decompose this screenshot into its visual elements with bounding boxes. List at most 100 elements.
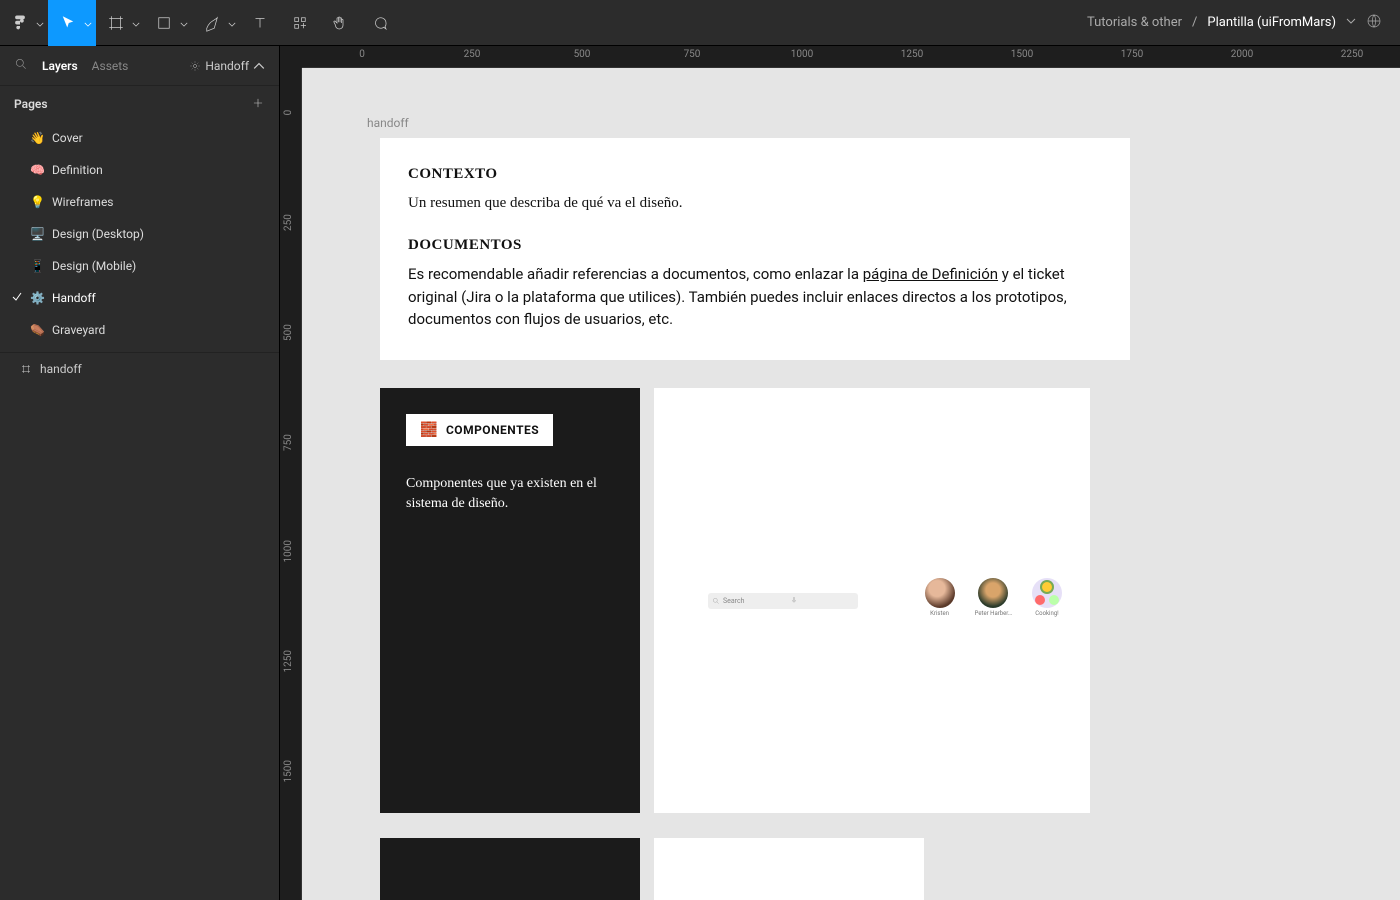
page-item-design-desktop[interactable]: 🖥️ Design (Desktop) (0, 218, 279, 250)
hand-tool[interactable] (320, 0, 360, 46)
search-layers-button[interactable] (14, 57, 28, 74)
ruler-tick: 250 (283, 213, 294, 233)
pen-tool[interactable] (192, 0, 240, 46)
page-switcher-label: Handoff (205, 59, 249, 73)
file-menu-chevron[interactable] (1346, 15, 1356, 30)
ruler-tick: 750 (684, 49, 701, 60)
resources-icon (291, 14, 309, 32)
layer-frame-handoff[interactable]: handoff (0, 353, 279, 385)
componentes-pill: 🧱 COMPONENTES (406, 414, 553, 446)
chevron-down-icon (132, 13, 140, 32)
documentos-body-a: Es recomendable añadir referencias a doc… (408, 265, 863, 283)
brick-icon: 🧱 (420, 422, 438, 438)
page-label: Definition (52, 163, 103, 177)
canvas[interactable]: handoff CONTEXTO Un resumen que describa… (302, 68, 1400, 900)
breadcrumb-file[interactable]: Plantilla (uiFromMars) (1207, 15, 1336, 30)
ruler-tick: 0 (359, 49, 365, 60)
componentes-dark-card[interactable]: 🧱 COMPONENTES Componentes que ya existen… (380, 388, 640, 813)
left-panel-tabs: Layers Assets Handoff (0, 46, 279, 86)
page-emoji-icon: 👋 (30, 131, 44, 145)
rectangle-icon (155, 14, 173, 32)
breadcrumb: Tutorials & other / Plantilla (uiFromMar… (1087, 13, 1400, 33)
avatar (925, 578, 955, 608)
text-icon (251, 14, 269, 32)
pages-header: Pages (0, 86, 279, 122)
left-panel: Layers Assets Handoff Pages 👋Cover 🧠Defi… (0, 46, 280, 900)
shape-tool[interactable] (144, 0, 192, 46)
toolbar (0, 0, 400, 45)
mini-search-placeholder: Search (723, 597, 787, 605)
chevron-down-icon (228, 13, 236, 32)
ruler-tick: 1250 (901, 49, 923, 60)
bottom-dark-card[interactable] (380, 838, 640, 900)
bottom-light-card[interactable] (654, 838, 924, 900)
breadcrumb-parent[interactable]: Tutorials & other (1087, 15, 1182, 30)
resources-tool[interactable] (280, 0, 320, 46)
layers-section: handoff (0, 352, 279, 385)
person-cooking: Cooking! (1032, 578, 1062, 617)
page-emoji-icon: 📱 (30, 259, 44, 273)
frame-label[interactable]: handoff (367, 116, 409, 130)
ruler-tick: 1000 (283, 543, 294, 563)
ruler-tick: 2000 (1231, 49, 1253, 60)
person-label: Kristen (930, 610, 949, 617)
page-label: Design (Desktop) (52, 227, 144, 241)
move-tool[interactable] (48, 0, 96, 46)
pages-list: 👋Cover 🧠Definition 💡Wireframes 🖥️ Design … (0, 122, 279, 346)
chevron-down-icon (180, 13, 188, 32)
contexto-body: Un resumen que describa de qué va el dis… (408, 193, 1102, 215)
comment-tool[interactable] (360, 0, 400, 46)
ruler-tick: 1500 (283, 763, 294, 783)
frame-icon (107, 14, 125, 32)
page-emoji-icon: ⚙️ (30, 291, 44, 305)
comment-icon (371, 14, 389, 32)
frame-tool[interactable] (96, 0, 144, 46)
page-switcher[interactable]: Handoff (189, 59, 265, 73)
mic-icon (790, 596, 854, 606)
documentos-title: DOCUMENTOS (408, 237, 1102, 254)
breadcrumb-separator: / (1192, 15, 1197, 30)
chevron-down-icon (36, 13, 44, 32)
documentos-body: Es recomendable añadir referencias a doc… (408, 264, 1102, 332)
page-item-graveyard[interactable]: ⚰️ Graveyard (0, 314, 279, 346)
pen-icon (203, 14, 221, 32)
page-emoji-icon: ⚰️ (30, 323, 44, 337)
person-label: Cooking! (1035, 610, 1058, 617)
componentes-pill-label: COMPONENTES (446, 423, 539, 437)
componentes-body: Componentes que ya existen en el sistema… (406, 474, 614, 513)
page-item-design-mobile[interactable]: 📱 Design (Mobile) (0, 250, 279, 282)
person-label: Peter Harber… (975, 610, 1012, 617)
intro-card[interactable]: CONTEXTO Un resumen que describa de qué … (380, 138, 1130, 360)
contexto-title: CONTEXTO (408, 166, 1102, 183)
page-emoji-icon: 🖥️ (30, 227, 44, 241)
person-peter: Peter Harber… (975, 578, 1012, 617)
page-item-wireframes[interactable]: 💡Wireframes (0, 186, 279, 218)
add-page-button[interactable] (251, 96, 265, 113)
componentes-light-card[interactable]: Search Kristen Peter Harber… Cooking! (654, 388, 1090, 813)
page-label: Wireframes (52, 195, 114, 209)
figma-logo-icon (11, 14, 29, 32)
search-icon (712, 597, 720, 605)
hand-icon (331, 14, 349, 32)
multiplayer-icon[interactable] (1366, 13, 1382, 33)
page-item-cover[interactable]: 👋Cover (0, 122, 279, 154)
page-label: Design (Mobile) (52, 259, 136, 273)
tab-layers[interactable]: Layers (42, 59, 78, 73)
ruler-tick: 1750 (1121, 49, 1143, 60)
ruler-tick: 2250 (1341, 49, 1363, 60)
tab-assets[interactable]: Assets (92, 59, 129, 73)
cursor-icon (59, 14, 77, 32)
avatar (1032, 578, 1062, 608)
ruler-tick: 1000 (791, 49, 813, 60)
chevron-down-icon (84, 13, 92, 32)
page-label: Graveyard (52, 323, 105, 337)
gear-icon (189, 60, 201, 72)
topbar: Tutorials & other / Plantilla (uiFromMar… (0, 0, 1400, 46)
text-tool[interactable] (240, 0, 280, 46)
figma-menu[interactable] (0, 0, 48, 46)
page-item-definition[interactable]: 🧠Definition (0, 154, 279, 186)
canvas-wrap: 0 250 500 750 1000 1250 1500 1750 2000 2… (280, 46, 1400, 900)
ruler-horizontal: 0 250 500 750 1000 1250 1500 1750 2000 2… (302, 46, 1400, 68)
ruler-vertical: 0 250 500 750 1000 1250 1500 (280, 68, 302, 900)
page-item-handoff[interactable]: ⚙️Handoff (0, 282, 279, 314)
